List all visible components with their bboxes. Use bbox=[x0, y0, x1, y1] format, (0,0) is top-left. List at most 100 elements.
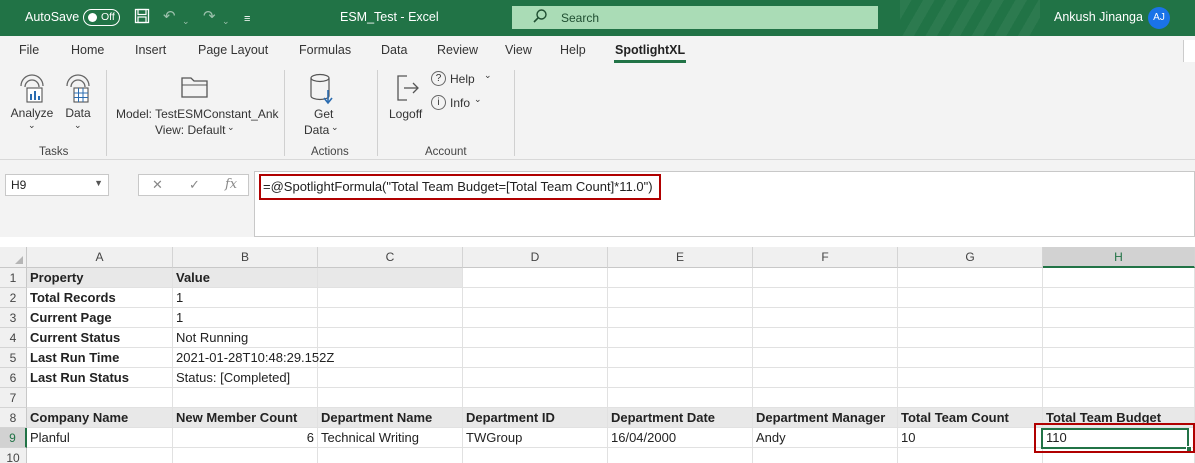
empty-cell[interactable] bbox=[608, 388, 753, 408]
analyze-button[interactable]: Analyze bbox=[10, 72, 54, 120]
empty-cell[interactable] bbox=[608, 288, 753, 308]
empty-cell[interactable] bbox=[753, 368, 898, 388]
empty-cell[interactable] bbox=[27, 388, 173, 408]
table-cell[interactable]: Planful bbox=[27, 428, 173, 448]
empty-cell[interactable] bbox=[898, 368, 1043, 388]
logoff-label[interactable]: Logoff bbox=[389, 107, 422, 121]
empty-cell[interactable] bbox=[463, 328, 608, 348]
undo-icon[interactable]: ↶ bbox=[163, 8, 176, 26]
row-header-2[interactable]: 2 bbox=[0, 288, 27, 308]
empty-cell[interactable] bbox=[318, 288, 463, 308]
redo-icon[interactable]: ↷ bbox=[203, 8, 216, 26]
tab-formulas[interactable]: Formulas bbox=[299, 43, 351, 57]
empty-cell[interactable] bbox=[318, 368, 463, 388]
column-header-f[interactable]: F bbox=[753, 247, 898, 268]
column-header-d[interactable]: D bbox=[463, 247, 608, 268]
table-header[interactable]: Department Manager bbox=[753, 408, 898, 428]
empty-cell[interactable] bbox=[463, 388, 608, 408]
tab-spotlightxl[interactable]: SpotlightXL bbox=[615, 43, 685, 57]
table-cell[interactable]: Andy bbox=[753, 428, 898, 448]
empty-cell[interactable] bbox=[753, 268, 898, 288]
empty-cell[interactable] bbox=[898, 288, 1043, 308]
empty-cell[interactable] bbox=[898, 348, 1043, 368]
select-all-corner[interactable] bbox=[0, 247, 27, 268]
empty-cell[interactable] bbox=[1043, 348, 1195, 368]
get-data-dropdown-icon[interactable]: ⌄ bbox=[331, 122, 339, 133]
empty-cell[interactable] bbox=[608, 448, 753, 463]
empty-cell[interactable] bbox=[608, 328, 753, 348]
table-header[interactable]: Department Date bbox=[608, 408, 753, 428]
row-header-4[interactable]: 4 bbox=[0, 328, 27, 348]
get-data-label-1[interactable]: Get bbox=[314, 107, 333, 121]
column-header-b[interactable]: B bbox=[173, 247, 318, 268]
row-header-6[interactable]: 6 bbox=[0, 368, 27, 388]
info-label[interactable]: Info bbox=[450, 96, 470, 110]
database-icon[interactable] bbox=[308, 72, 336, 109]
search-box[interactable]: Search bbox=[512, 6, 878, 29]
folder-icon[interactable] bbox=[178, 74, 212, 103]
row-header-8[interactable]: 8 bbox=[0, 408, 27, 428]
empty-cell[interactable] bbox=[898, 268, 1043, 288]
property-value[interactable]: Status: [Completed] bbox=[173, 368, 318, 388]
redo-dropdown-icon[interactable]: ⌄ bbox=[222, 12, 230, 30]
property-label[interactable]: Total Records bbox=[27, 288, 173, 308]
table-cell[interactable]: TWGroup bbox=[463, 428, 608, 448]
empty-cell[interactable] bbox=[753, 288, 898, 308]
empty-cell[interactable] bbox=[318, 308, 463, 328]
undo-dropdown-icon[interactable]: ⌄ bbox=[182, 12, 190, 30]
empty-cell[interactable] bbox=[173, 388, 318, 408]
view-dropdown-icon[interactable]: ⌄ bbox=[227, 122, 235, 133]
table-header[interactable]: Department ID bbox=[463, 408, 608, 428]
empty-cell[interactable] bbox=[753, 388, 898, 408]
empty-cell[interactable] bbox=[463, 348, 608, 368]
info-dropdown-icon[interactable]: ⌄ bbox=[474, 94, 482, 105]
empty-cell[interactable] bbox=[753, 308, 898, 328]
empty-cell[interactable] bbox=[318, 268, 463, 288]
empty-cell[interactable] bbox=[463, 288, 608, 308]
logoff-icon[interactable] bbox=[394, 74, 422, 105]
tab-file[interactable]: File bbox=[19, 43, 39, 57]
column-header-a[interactable]: A bbox=[27, 247, 173, 268]
empty-cell[interactable] bbox=[1043, 368, 1195, 388]
empty-cell[interactable] bbox=[898, 448, 1043, 463]
tab-data[interactable]: Data bbox=[381, 43, 407, 57]
empty-cell[interactable] bbox=[753, 348, 898, 368]
tab-review[interactable]: Review bbox=[437, 43, 478, 57]
tab-home[interactable]: Home bbox=[71, 43, 104, 57]
property-label[interactable]: Current Status bbox=[27, 328, 173, 348]
table-cell[interactable]: 10 bbox=[898, 428, 1043, 448]
empty-cell[interactable] bbox=[608, 308, 753, 328]
empty-cell[interactable] bbox=[753, 328, 898, 348]
empty-cell[interactable] bbox=[318, 388, 463, 408]
property-value[interactable]: 1 bbox=[173, 288, 318, 308]
empty-cell[interactable] bbox=[318, 328, 463, 348]
autosave-toggle[interactable]: Off bbox=[83, 9, 120, 26]
name-box[interactable]: H9 ▼ bbox=[5, 174, 109, 196]
view-label[interactable]: View: Default bbox=[155, 123, 225, 137]
analyze-dropdown-icon[interactable]: ⌄ bbox=[28, 120, 36, 131]
empty-cell[interactable] bbox=[318, 348, 463, 368]
property-value[interactable]: 2021-01-28T10:48:29.152Z bbox=[173, 348, 334, 368]
property-label[interactable]: Last Run Time bbox=[27, 348, 173, 368]
empty-cell[interactable] bbox=[608, 368, 753, 388]
save-icon[interactable] bbox=[134, 8, 150, 29]
insert-function-icon[interactable]: fx bbox=[225, 177, 237, 192]
empty-cell[interactable] bbox=[1043, 268, 1195, 288]
empty-cell[interactable] bbox=[608, 268, 753, 288]
customize-toolbar-icon[interactable]: ≡ bbox=[244, 10, 250, 28]
table-header[interactable]: Department Name bbox=[318, 408, 463, 428]
tab-help[interactable]: Help bbox=[560, 43, 586, 57]
empty-cell[interactable] bbox=[1043, 288, 1195, 308]
property-label[interactable]: Property bbox=[27, 268, 173, 288]
table-header[interactable]: New Member Count bbox=[173, 408, 318, 428]
column-header-g[interactable]: G bbox=[898, 247, 1043, 268]
data-dropdown-icon[interactable]: ⌄ bbox=[74, 120, 82, 131]
name-box-dropdown-icon[interactable]: ▼ bbox=[94, 178, 103, 188]
tab-page-layout[interactable]: Page Layout bbox=[198, 43, 268, 57]
enter-icon[interactable]: ✓ bbox=[189, 177, 200, 193]
column-header-c[interactable]: C bbox=[318, 247, 463, 268]
empty-cell[interactable] bbox=[898, 328, 1043, 348]
row-header-1[interactable]: 1 bbox=[0, 268, 27, 288]
row-header-3[interactable]: 3 bbox=[0, 308, 27, 328]
row-header-9[interactable]: 9 bbox=[0, 428, 27, 448]
